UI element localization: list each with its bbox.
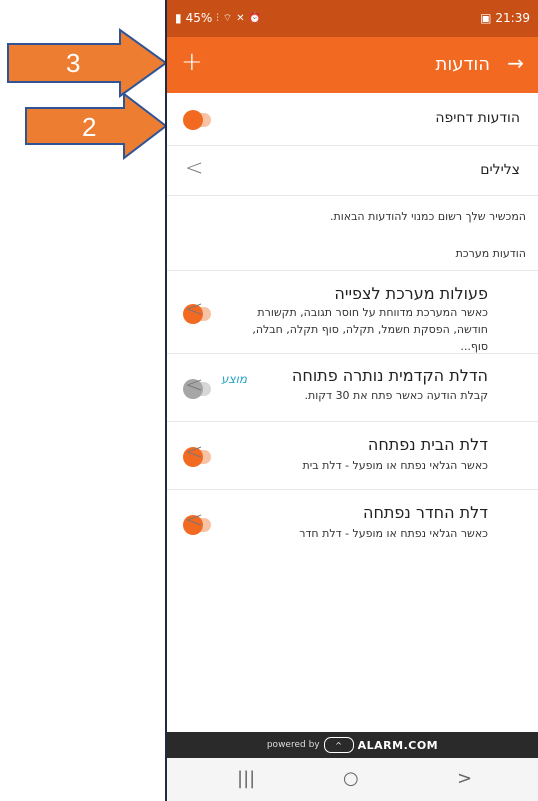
annotation-arrow-3: 3 — [0, 28, 168, 98]
notification-description: כאשר הגלאי נפתח או מופעל - דלת חדר — [299, 527, 488, 540]
notification-item-room-door-opened[interactable]: דלת החדר נפתחה כאשר הגלאי נפתח או מופעל … — [167, 490, 538, 558]
battery-icon: ▮ — [175, 11, 182, 25]
page-title: הודעות — [435, 54, 491, 75]
brand-name: ALARM.COM — [357, 738, 439, 752]
push-notifications-label: הודעות דחיפה — [435, 110, 520, 126]
notification-title: דלת החדר נפתחה — [362, 503, 488, 522]
system-nav-bar: ||| ○ > — [167, 758, 538, 801]
chevron-left-icon[interactable]: < — [185, 508, 203, 533]
add-button[interactable]: + — [181, 49, 203, 75]
sounds-row[interactable]: < צלילים — [167, 146, 538, 196]
app-bar: + הודעות → — [167, 37, 538, 93]
annotation-arrow-3-label: 3 — [66, 48, 81, 78]
chevron-left-icon: < — [185, 156, 204, 181]
push-notifications-row[interactable]: הודעות דחיפה — [167, 93, 538, 146]
chevron-left-icon[interactable]: < — [185, 373, 203, 398]
phone-screen: ▮ 45% ⫶ ⌔ ✕ ⏰ ▣ 21:39 + הודעות → הודעות … — [165, 0, 538, 801]
gallery-icon: ▣ — [480, 11, 492, 25]
alarm-icon: ⏰ — [248, 12, 262, 24]
notification-item-house-door-opened[interactable]: דלת הבית נפתחה כאשר הגלאי נפתח או מופעל … — [167, 422, 538, 490]
battery-level: 45% — [185, 11, 213, 25]
notification-item-system-actions[interactable]: פעולות מערכת לצפייה כאשר המערכת מדווחת ע… — [167, 271, 538, 354]
mute-icon: ✕ — [236, 12, 245, 24]
recents-button[interactable]: ||| — [237, 768, 255, 789]
annotation-arrow-2-label: 2 — [82, 112, 97, 142]
notification-description: קבלת הודעה כאשר פתח את 30 דקות. — [304, 389, 488, 402]
chevron-left-icon[interactable]: < — [185, 297, 203, 322]
notification-description: כאשר המערכת מדווחת על חוסר תגובה, תקשורת… — [252, 306, 488, 353]
notification-title: דלת הבית נפתחה — [367, 435, 488, 454]
device-subscription-note: המכשיר שלך רשום כמנוי להודעות הבאות. — [330, 210, 526, 223]
notification-title: פעולות מערכת לצפייה — [334, 284, 488, 303]
status-bar: ▮ 45% ⫶ ⌔ ✕ ⏰ ▣ 21:39 — [167, 0, 538, 37]
notification-item-front-door-left-open[interactable]: הדלת הקדמית נותרה פתוחה קבלת הודעה כאשר … — [167, 354, 538, 422]
back-arrow-icon[interactable]: → — [507, 51, 524, 75]
notification-description: כאשר הגלאי נפתח או מופעל - דלת בית — [302, 459, 488, 472]
wifi-icon: ⌔ — [222, 12, 233, 24]
push-notifications-toggle[interactable] — [183, 110, 211, 130]
info-block: המכשיר שלך רשום כמנוי להודעות הבאות. הוד… — [167, 196, 538, 271]
back-button[interactable]: > — [457, 768, 472, 789]
home-button[interactable]: ○ — [343, 768, 359, 789]
clock: 21:39 — [495, 11, 530, 25]
annotation-arrow-2: 2 — [22, 91, 168, 161]
chevron-left-icon[interactable]: < — [185, 440, 203, 465]
sounds-label: צלילים — [480, 162, 520, 178]
suggested-badge: מוצע — [221, 372, 248, 386]
powered-by-text: powered by — [266, 740, 320, 750]
notification-title: הדלת הקדמית נותרה פתוחה — [291, 366, 488, 385]
signal-icon: ⫶ — [216, 12, 219, 24]
section-header: הודעות מערכת — [455, 247, 526, 260]
powered-by-footer: powered by ^ ALARM.COM — [167, 732, 538, 758]
alarm-logo-icon: ^ — [323, 737, 354, 753]
